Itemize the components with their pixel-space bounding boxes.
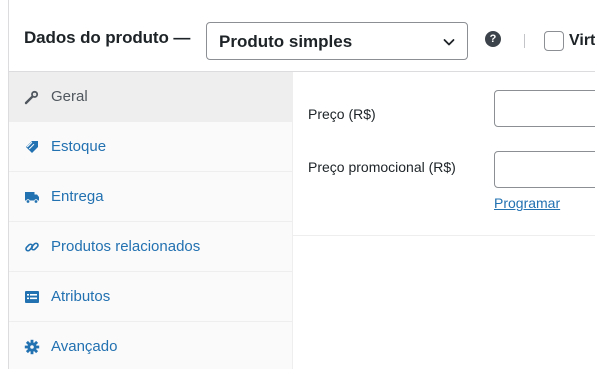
tab-label: Atributos <box>51 288 111 305</box>
schedule-sale-link[interactable]: Programar <box>494 195 560 211</box>
tab-general[interactable]: Geral <box>9 72 293 122</box>
tab-label: Produtos relacionados <box>51 238 201 255</box>
panel-title: Dados do produto — <box>24 28 191 47</box>
wrench-icon <box>24 90 39 105</box>
tab-inventory[interactable]: Estoque <box>9 122 293 172</box>
tab-shipping[interactable]: Entrega <box>9 172 293 222</box>
product-data-tabs: Geral Estoque Entrega Produtos relaciona… <box>9 72 293 369</box>
gear-icon <box>24 339 40 355</box>
sale-price-input[interactable] <box>494 151 595 188</box>
tab-label: Estoque <box>51 138 107 155</box>
general-fields: Preço (R$) Preço promocional (R$) Progra… <box>293 72 595 236</box>
link-icon <box>25 242 39 252</box>
tab-label: Geral <box>51 88 88 105</box>
virtual-checkbox[interactable] <box>544 31 564 51</box>
help-icon[interactable]: ? <box>485 31 501 47</box>
product-data-header: Dados do produto — Produto simples ? Vir… <box>9 0 595 72</box>
product-data-panel: Dados do produto — Produto simples ? Vir… <box>8 0 595 369</box>
regular-price-input[interactable] <box>494 90 595 127</box>
product-type-select[interactable]: Produto simples <box>206 22 468 60</box>
list-icon <box>25 291 39 303</box>
regular-price-label: Preço (R$) <box>308 106 376 122</box>
tab-attributes[interactable]: Atributos <box>9 272 293 322</box>
sale-price-label: Preço promocional (R$) <box>308 159 456 175</box>
tag-icon <box>26 141 38 153</box>
tab-linked-products[interactable]: Produtos relacionados <box>9 222 293 272</box>
tab-advanced[interactable]: Avançado <box>9 322 293 369</box>
header-divider <box>524 34 525 48</box>
chevron-down-icon <box>443 39 455 46</box>
truck-icon <box>25 192 39 204</box>
product-type-value: Produto simples <box>219 32 353 51</box>
virtual-label: Virt <box>569 32 595 49</box>
tab-label: Avançado <box>51 338 118 355</box>
tab-label: Entrega <box>51 188 104 205</box>
